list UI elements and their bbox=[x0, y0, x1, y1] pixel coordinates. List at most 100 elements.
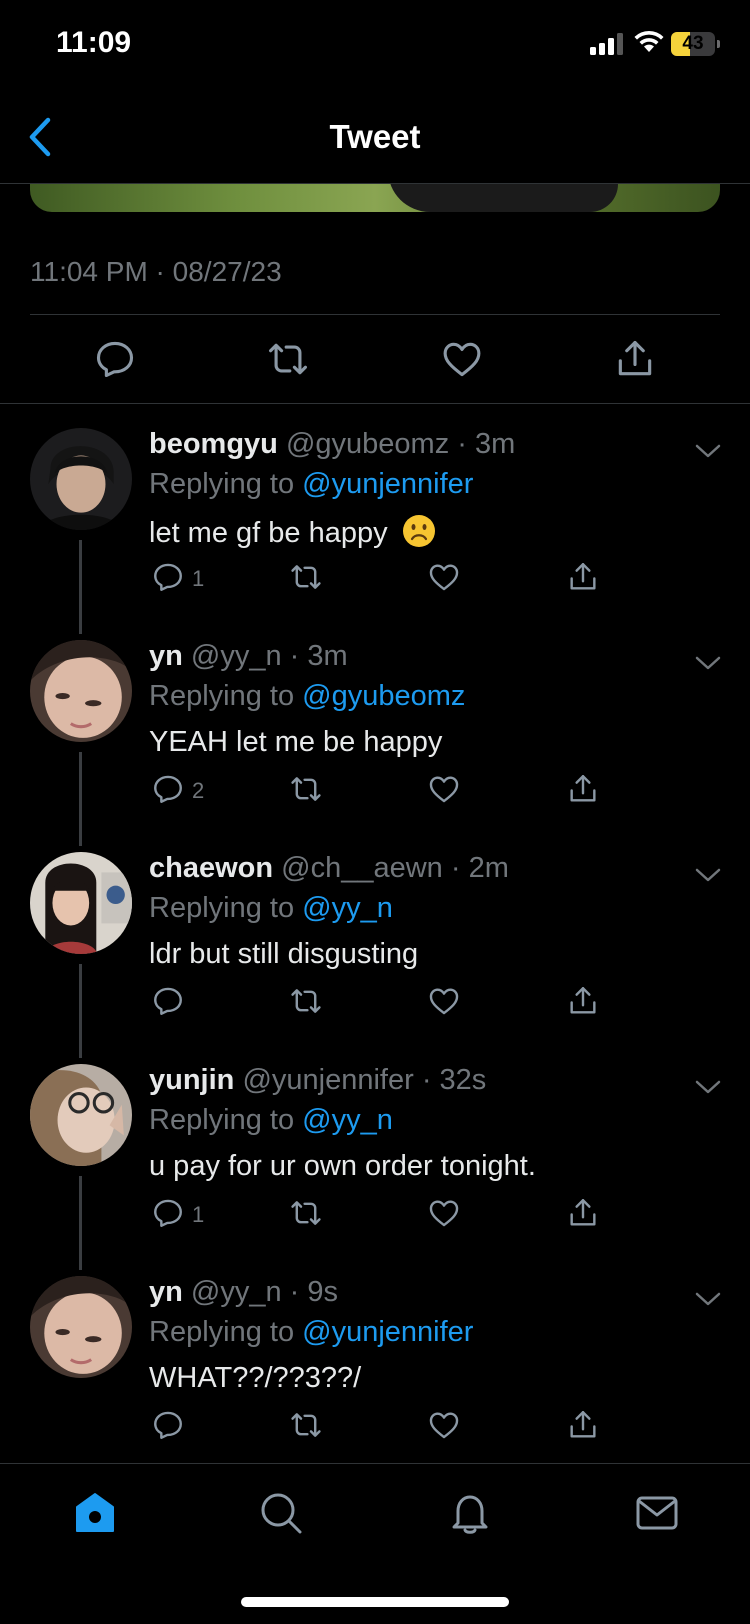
like-heart-icon[interactable] bbox=[427, 1196, 461, 1230]
mention-link[interactable]: @gyubeomz bbox=[302, 680, 465, 712]
reply-tweet[interactable]: yunjin @yunjennifer · 32s Replying to @y… bbox=[0, 1040, 750, 1270]
retweet-icon[interactable] bbox=[289, 984, 323, 1018]
reply-icon[interactable] bbox=[151, 772, 185, 806]
reply-icon[interactable] bbox=[151, 1408, 185, 1442]
nav-bar: Tweet bbox=[0, 90, 750, 184]
reply-actions: 1 bbox=[0, 1196, 750, 1240]
replying-to: Replying to @yunjennifer bbox=[149, 1316, 473, 1349]
reply-text: YEAH let me be happy bbox=[149, 726, 442, 759]
reply-tweet[interactable]: yn @yy_n · 9s Replying to @yunjennifer W… bbox=[0, 1252, 750, 1464]
reply-header: yunjin @yunjennifer · 32s bbox=[149, 1064, 486, 1097]
status-time: 11:09 bbox=[56, 26, 132, 59]
reply-count: 1 bbox=[192, 1202, 205, 1227]
like-heart-icon[interactable] bbox=[427, 772, 461, 806]
bell-icon[interactable] bbox=[447, 1490, 493, 1536]
mention-link[interactable]: @yy_n bbox=[302, 1104, 393, 1136]
retweet-icon[interactable] bbox=[266, 337, 310, 381]
display-name[interactable]: chaewon bbox=[149, 852, 273, 884]
reply-time: · 9s bbox=[289, 1276, 339, 1308]
retweet-icon[interactable] bbox=[289, 772, 323, 806]
avatar[interactable] bbox=[30, 852, 132, 954]
reply-icon[interactable] bbox=[93, 337, 137, 381]
reply-icon[interactable] bbox=[151, 1196, 185, 1230]
user-handle[interactable]: @ch__aewn bbox=[281, 852, 443, 884]
tweet-action-bar bbox=[0, 315, 750, 403]
reply-text: ldr but still disgusting bbox=[149, 938, 418, 971]
replying-to-label: Replying to bbox=[149, 468, 303, 500]
share-icon[interactable] bbox=[566, 772, 600, 806]
reply-body: WHAT??/??3??/ bbox=[149, 1362, 362, 1394]
reply-body: ldr but still disgusting bbox=[149, 938, 419, 970]
reply-actions: 1 bbox=[0, 560, 750, 604]
mention-link[interactable]: @yunjennifer bbox=[302, 468, 473, 500]
like-heart-icon[interactable] bbox=[440, 337, 484, 381]
reply-tweet[interactable]: beomgyu @gyubeomz · 3m Replying to @yunj… bbox=[0, 404, 750, 634]
reply-body: let me gf be happy bbox=[149, 517, 388, 549]
display-name[interactable]: yn bbox=[149, 640, 183, 672]
share-icon[interactable] bbox=[566, 984, 600, 1018]
reply-count: 1 bbox=[192, 566, 205, 591]
like-heart-icon[interactable] bbox=[427, 560, 461, 594]
replying-to-label: Replying to bbox=[149, 892, 303, 924]
battery-nub bbox=[717, 40, 720, 48]
reply-tweet[interactable]: chaewon @ch__aewn · 2m Replying to @yy_n… bbox=[0, 828, 750, 1058]
reply-time: · 2m bbox=[450, 852, 509, 884]
display-name[interactable]: yunjin bbox=[149, 1064, 234, 1096]
retweet-icon[interactable] bbox=[289, 560, 323, 594]
home-indicator[interactable] bbox=[241, 1597, 509, 1607]
mail-icon[interactable] bbox=[634, 1490, 680, 1536]
reply-text: WHAT??/??3??/ bbox=[149, 1362, 361, 1395]
retweet-icon[interactable] bbox=[289, 1408, 323, 1442]
home-icon[interactable] bbox=[72, 1490, 118, 1536]
avatar[interactable] bbox=[30, 1064, 132, 1166]
chevron-down-icon[interactable] bbox=[694, 442, 722, 460]
chevron-down-icon[interactable] bbox=[694, 654, 722, 672]
reply-header: yn @yy_n · 3m bbox=[149, 640, 348, 673]
reply-actions bbox=[0, 984, 750, 1028]
user-handle[interactable]: @yy_n bbox=[191, 1276, 282, 1308]
display-name[interactable]: yn bbox=[149, 1276, 183, 1308]
reply-text: u pay for ur own order tonight. bbox=[149, 1150, 536, 1183]
share-icon[interactable] bbox=[566, 1408, 600, 1442]
mention-link[interactable]: @yy_n bbox=[302, 892, 393, 924]
avatar[interactable] bbox=[30, 1276, 132, 1378]
user-handle[interactable]: @gyubeomz bbox=[286, 428, 449, 460]
share-icon[interactable] bbox=[566, 560, 600, 594]
chevron-down-icon[interactable] bbox=[694, 866, 722, 884]
like-heart-icon[interactable] bbox=[427, 984, 461, 1018]
retweet-icon[interactable] bbox=[289, 1196, 323, 1230]
search-icon[interactable] bbox=[258, 1490, 304, 1536]
replying-to: Replying to @yy_n bbox=[149, 1104, 393, 1137]
mention-link[interactable]: @yunjennifer bbox=[302, 1316, 473, 1348]
share-icon[interactable] bbox=[566, 1196, 600, 1230]
display-name[interactable]: beomgyu bbox=[149, 428, 278, 460]
user-handle[interactable]: @yy_n bbox=[191, 640, 282, 672]
reply-body: YEAH let me be happy bbox=[149, 726, 443, 758]
like-heart-icon[interactable] bbox=[427, 1408, 461, 1442]
battery-indicator: 43 bbox=[671, 32, 715, 56]
reply-time: · 3m bbox=[457, 428, 516, 460]
avatar[interactable] bbox=[30, 428, 132, 530]
reply-count: 2 bbox=[192, 778, 205, 803]
reply-header: chaewon @ch__aewn · 2m bbox=[149, 852, 509, 885]
reply-tweet[interactable]: yn @yy_n · 3m Replying to @gyubeomz YEAH… bbox=[0, 616, 750, 846]
reply-actions: 2 bbox=[0, 772, 750, 816]
reply-body: u pay for ur own order tonight. bbox=[149, 1150, 536, 1182]
chevron-down-icon[interactable] bbox=[694, 1078, 722, 1096]
wifi-icon bbox=[634, 30, 664, 52]
replying-to: Replying to @yunjennifer bbox=[149, 468, 473, 501]
reply-icon[interactable] bbox=[151, 560, 185, 594]
reply-icon[interactable] bbox=[151, 984, 185, 1018]
user-handle[interactable]: @yunjennifer bbox=[242, 1064, 413, 1096]
battery-percent: 43 bbox=[682, 33, 704, 54]
share-icon[interactable] bbox=[613, 337, 657, 381]
replying-to: Replying to @yy_n bbox=[149, 892, 393, 925]
page-title: Tweet bbox=[329, 118, 421, 155]
avatar[interactable] bbox=[30, 640, 132, 742]
replying-to: Replying to @gyubeomz bbox=[149, 680, 465, 713]
cellular-signal-icon bbox=[590, 33, 623, 55]
reply-time: · 3m bbox=[289, 640, 348, 672]
reply-time: · 32s bbox=[421, 1064, 487, 1096]
chevron-down-icon[interactable] bbox=[694, 1290, 722, 1308]
reply-text: let me gf be happy bbox=[149, 514, 436, 550]
